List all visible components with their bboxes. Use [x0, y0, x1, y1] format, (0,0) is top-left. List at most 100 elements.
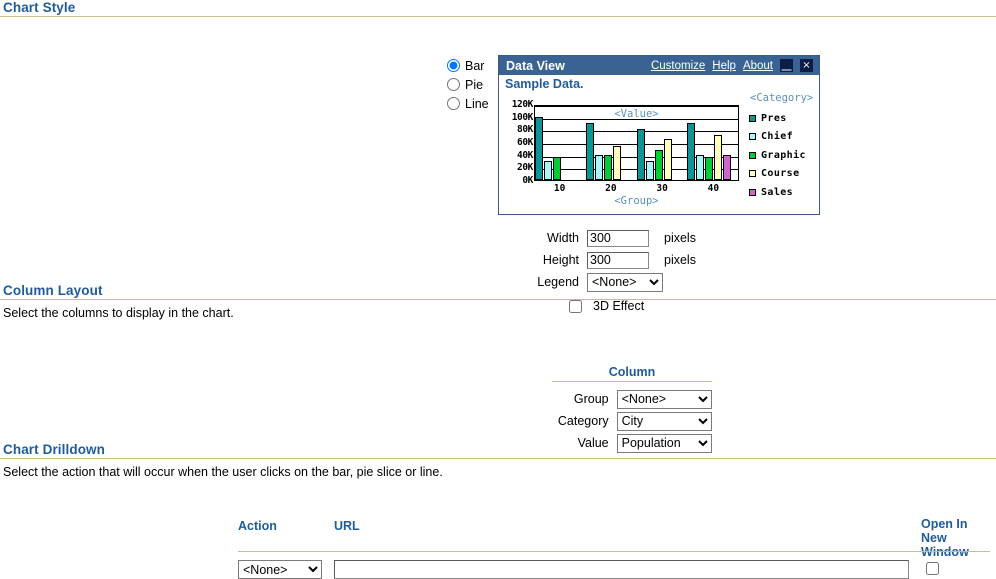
width-label: Width	[547, 231, 579, 245]
chart-drilldown-body: Action URL Open In New Window <None>	[0, 479, 996, 579]
minimize-icon[interactable]: ⎽	[780, 59, 793, 72]
chart-bar[interactable]	[687, 123, 696, 180]
legend-row: Legend <None>	[0, 271, 996, 293]
legend-swatch	[749, 133, 756, 141]
legend-swatch	[749, 114, 756, 122]
customize-link[interactable]: Customize	[651, 60, 705, 72]
column-row-value: Value Population	[552, 432, 712, 454]
close-icon[interactable]: ×	[800, 59, 813, 72]
chart-bar[interactable]	[553, 157, 561, 180]
radio-line-input[interactable]	[447, 97, 460, 110]
legend-item: Sales	[749, 183, 817, 202]
height-row: Height pixels	[0, 249, 996, 271]
value-select[interactable]: Population	[616, 433, 712, 453]
chart-style-section: Chart Style Bar Pie Line Data View Custo…	[0, 0, 996, 313]
legend-item: Pres	[749, 109, 817, 128]
y-tick-label: 0K	[522, 175, 533, 186]
radio-pie-label: Pie	[465, 77, 484, 92]
data-view-subtitle: Sample Data.	[505, 77, 584, 91]
chart-bar[interactable]	[714, 135, 723, 180]
y-tick-label: 120K	[511, 99, 534, 110]
radio-bar-input[interactable]	[447, 59, 460, 72]
chart-x-axis-label: <Group>	[614, 195, 659, 207]
chart-bar[interactable]	[654, 150, 663, 180]
section-divider	[0, 16, 996, 17]
threed-effect-checkbox[interactable]	[569, 299, 582, 313]
chart-style-heading: Chart Style	[3, 0, 76, 15]
column-row-group: Group <None>	[552, 388, 712, 410]
column-layout-body: Column Group <None> Category City Value …	[0, 320, 996, 453]
radio-bar-label: Bar	[465, 58, 485, 73]
data-view-titlebar: Data View Customize Help About ⎽ ×	[499, 56, 819, 75]
chart-bar[interactable]	[705, 157, 714, 180]
y-tick-label: 80K	[517, 124, 533, 136]
width-input[interactable]	[587, 229, 649, 247]
data-view-title: Data View	[506, 58, 565, 73]
action-column-header: Action	[238, 519, 277, 533]
category-select[interactable]: City	[616, 411, 712, 431]
chart-legend: Pres Chief Graphic Course Sales	[749, 109, 817, 202]
open-in-new-window-checkbox[interactable]	[926, 562, 939, 575]
chart-drilldown-section: Chart Drilldown Select the action that w…	[0, 442, 996, 579]
column-row-category: Category City	[552, 410, 712, 432]
legend-label: Legend	[537, 275, 579, 289]
y-tick-label: 40K	[517, 149, 533, 161]
chart-plot-area: <Value>	[534, 105, 739, 181]
legend-item: Course	[749, 165, 817, 184]
chart-bar[interactable]	[612, 145, 621, 180]
chart-bar[interactable]	[544, 161, 552, 180]
legend-select[interactable]: <None>	[587, 272, 663, 292]
y-tick-label: 60K	[517, 137, 533, 148]
chart-bar[interactable]	[603, 154, 612, 180]
chart-bar[interactable]	[585, 123, 594, 180]
radio-line-label: Line	[465, 96, 489, 111]
y-tick-label: 100K	[511, 111, 534, 123]
chart-bar[interactable]	[636, 129, 645, 180]
url-column-header: URL	[334, 519, 360, 533]
radio-pie-input[interactable]	[447, 78, 460, 91]
chart-bar[interactable]	[535, 116, 543, 180]
width-units: pixels	[664, 231, 696, 245]
url-input[interactable]	[334, 560, 909, 579]
chart-y-axis: 120K 100K 80K 60K 40K 20K 0K	[500, 99, 534, 187]
legend-swatch	[749, 188, 756, 196]
width-row: Width pixels	[0, 227, 996, 249]
legend-item: Chief	[749, 128, 817, 147]
legend-label: Sales	[761, 186, 794, 198]
chart-plot-wrapper: 120K 100K 80K 60K 40K 20K 0K <Value>	[512, 99, 739, 186]
column-table-header: Column	[608, 365, 656, 379]
column-table-header-rule	[552, 381, 712, 382]
legend-label: Course	[761, 168, 800, 180]
chart-legend-title: <Category>	[750, 92, 814, 104]
group-label: Group	[573, 392, 609, 406]
group-select[interactable]: <None>	[616, 389, 712, 409]
chart-drilldown-description: Select the action that will occur when t…	[3, 465, 443, 479]
chart-bar[interactable]	[663, 139, 672, 180]
chart-size-form: Width pixels Height pixels Legend <None>…	[0, 227, 996, 317]
legend-label: Pres	[761, 112, 787, 124]
height-label: Height	[542, 253, 579, 267]
about-link[interactable]: About	[743, 60, 773, 72]
legend-label: Graphic	[761, 149, 806, 161]
chart-bar[interactable]	[645, 161, 654, 180]
value-label: Value	[577, 436, 609, 450]
chart-bar[interactable]	[723, 154, 732, 180]
help-link[interactable]: Help	[712, 60, 736, 72]
chart-drilldown-heading: Chart Drilldown	[3, 442, 105, 457]
action-select[interactable]: <None>	[238, 560, 322, 579]
category-label: Category	[557, 414, 609, 428]
threed-effect-label: 3D Effect	[593, 299, 645, 313]
legend-swatch	[749, 151, 756, 159]
column-table: Column Group <None> Category City Value …	[552, 365, 712, 454]
height-units: pixels	[664, 253, 696, 267]
chart-y-axis-label: <Value>	[614, 108, 659, 120]
data-view-links: Customize Help About ⎽ ×	[651, 59, 817, 72]
chart-style-body: Bar Pie Line Data View Customize Help Ab…	[0, 21, 996, 313]
section-divider	[0, 458, 996, 459]
sample-chart: <Category> 120K 100K 80K 60K 40K 20K 0K <Value…	[499, 91, 819, 209]
drilldown-header-rule	[238, 551, 990, 552]
chart-bar[interactable]	[594, 154, 603, 180]
chart-bar[interactable]	[696, 154, 705, 180]
height-input[interactable]	[587, 251, 649, 269]
open-in-new-window-header: Open In New Window	[921, 517, 969, 559]
